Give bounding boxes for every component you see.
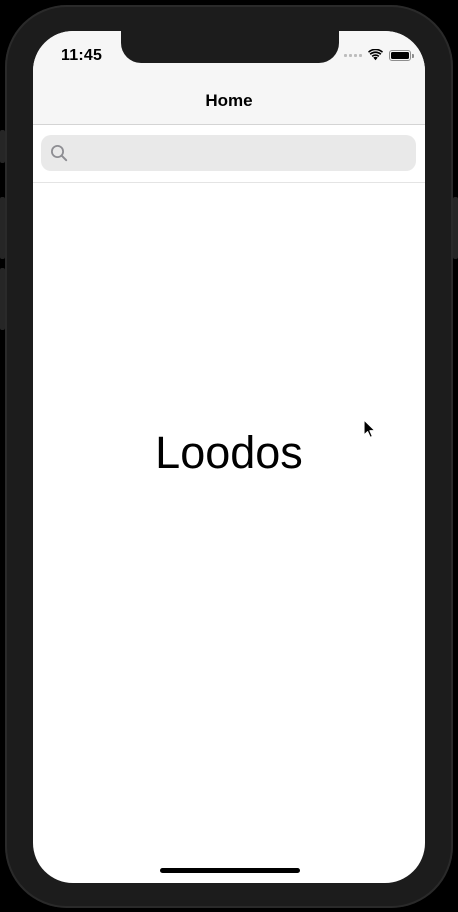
mouse-cursor-icon xyxy=(363,419,376,438)
volume-down-button xyxy=(0,268,5,330)
search-input[interactable] xyxy=(74,137,398,169)
home-indicator[interactable] xyxy=(160,868,300,873)
search-icon xyxy=(51,145,68,162)
page-title: Home xyxy=(205,91,253,110)
mute-switch xyxy=(0,130,5,163)
volume-up-button xyxy=(0,197,5,259)
power-button xyxy=(453,197,458,259)
device-screen: 11:45 Home Loodos xyxy=(33,31,425,883)
cellular-signal-icon xyxy=(344,53,362,57)
status-icons xyxy=(344,48,414,62)
search-field[interactable] xyxy=(41,135,416,171)
notch xyxy=(121,31,339,63)
status-time: 11:45 xyxy=(61,47,103,64)
battery-icon xyxy=(389,49,414,61)
search-bar xyxy=(33,125,425,183)
wifi-icon xyxy=(368,49,383,61)
